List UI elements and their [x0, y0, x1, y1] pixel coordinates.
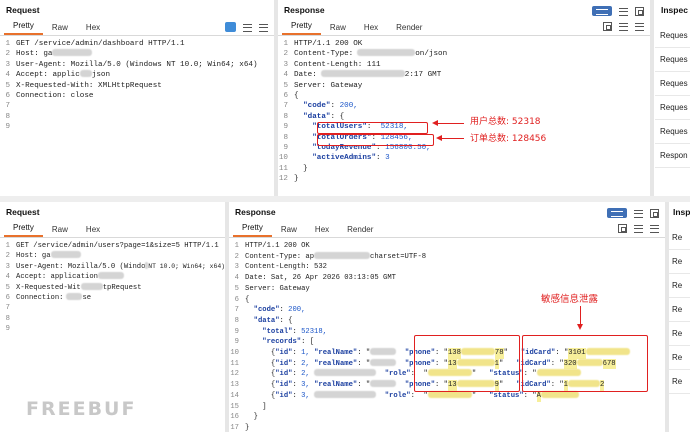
arrow-icon	[436, 134, 464, 141]
horizontal-layout-icon[interactable]	[634, 209, 643, 218]
tab-hex[interactable]: Hex	[77, 225, 109, 237]
top-request-body[interactable]: 1 GET /service/admin/dashboard HTTP/1.1 2…	[0, 36, 274, 133]
inspector-item[interactable]: Re	[669, 250, 690, 274]
bottom-request-tabs: Pretty Raw Hex	[0, 222, 225, 238]
layout-toggle-icon[interactable]	[592, 6, 612, 16]
inspector-item[interactable]: Respon	[655, 144, 690, 168]
top-request-title: Request	[6, 5, 40, 15]
menu-icon[interactable]	[259, 23, 268, 32]
phone-column-highlight	[414, 335, 520, 392]
format-toggle-icon[interactable]	[225, 22, 236, 32]
inspector-item[interactable]: Re	[669, 370, 690, 394]
request-line: GET /service/admin/dashboard HTTP/1.1	[16, 40, 185, 48]
bottom-response-panel: Response Pretty Raw Hex Render 1 HTTP/1.1…	[229, 202, 665, 432]
inspector-title: Inspec	[661, 5, 688, 15]
watermark-logo: FREEBUF	[26, 398, 137, 420]
tab-pretty[interactable]: Pretty	[4, 223, 43, 237]
inspector-item[interactable]: Re	[669, 346, 690, 370]
inspector-item[interactable]: Reques	[655, 120, 690, 144]
annotation-orders: 订单总数: 128456	[470, 134, 547, 144]
arrow-icon	[432, 119, 464, 126]
tab-raw[interactable]: Raw	[43, 23, 77, 35]
xrw-header: X-Requested-With: XMLHttpRequest	[16, 81, 162, 90]
newline-icon[interactable]	[243, 23, 252, 32]
arrow-down-icon	[580, 306, 581, 326]
tab-raw[interactable]: Raw	[43, 225, 77, 237]
vertical-layout-icon[interactable]	[635, 6, 644, 16]
copy-icon[interactable]	[618, 224, 627, 233]
top-response-body[interactable]: 1 HTTP/1.1 200 OK 2 Content-Type: on/json 3…	[278, 36, 650, 185]
idcard-column-highlight	[522, 335, 648, 392]
horizontal-layout-icon[interactable]	[619, 7, 628, 16]
tab-render[interactable]: Render	[387, 23, 431, 35]
total-users-highlight	[317, 122, 428, 134]
tab-render[interactable]: Render	[338, 225, 382, 237]
top-request-tabs: Pretty Raw Hex	[0, 20, 274, 36]
tab-pretty[interactable]: Pretty	[282, 21, 321, 35]
inspector-item[interactable]: Reques	[655, 72, 690, 96]
status-line: HTTP/1.1 200 OK	[294, 40, 363, 48]
annotation-users: 用户总数: 52318	[470, 117, 541, 127]
inspector-item[interactable]: Re	[669, 298, 690, 322]
tab-hex[interactable]: Hex	[355, 23, 387, 35]
inspector-item[interactable]: Re	[669, 274, 690, 298]
inspector-item[interactable]: Reques	[655, 48, 690, 72]
inspector-item[interactable]: Reques	[655, 24, 690, 48]
menu-icon[interactable]	[650, 224, 659, 233]
accept-header: Accept: applic	[16, 71, 80, 80]
layout-toggle-icon[interactable]	[607, 208, 627, 218]
top-request-panel: Request Pretty Raw Hex 1 GET /service/adm…	[0, 0, 274, 196]
top-inspector-divider[interactable]	[650, 0, 654, 196]
bottom-request-title: Request	[6, 207, 40, 217]
tab-hex[interactable]: Hex	[77, 23, 109, 35]
host-header: Host: ga	[16, 50, 53, 59]
inspector-title: Insp	[673, 207, 690, 217]
inspector-item[interactable]: Re	[669, 322, 690, 346]
top-response-tabs: Pretty Raw Hex Render	[278, 6, 650, 36]
tab-raw[interactable]: Raw	[321, 23, 355, 35]
inspector-item[interactable]: Re	[669, 226, 690, 250]
top-inspector-panel: Inspec Reques Reques Reques Reques Reque…	[655, 0, 690, 196]
tab-raw[interactable]: Raw	[272, 225, 306, 237]
tab-pretty[interactable]: Pretty	[4, 21, 43, 35]
total-orders-highlight	[317, 134, 434, 146]
newline-icon[interactable]	[634, 224, 643, 233]
bottom-inspector-panel: Insp Re Re Re Re Re Re Re	[669, 202, 690, 432]
tab-pretty[interactable]: Pretty	[233, 223, 272, 237]
connection-header: Connection: close	[16, 92, 94, 101]
annotation-leak: 敏感信息泄露	[541, 294, 599, 305]
user-agent-header: User-Agent: Mozilla/5.0 (Windows NT 10.0…	[16, 60, 258, 69]
accept-tail: json	[91, 71, 111, 80]
bottom-request-body[interactable]: 1 GET /service/admin/users?page=1&size=5 …	[0, 238, 225, 335]
top-response-panel: Response Pretty Raw Hex Render 1 HTTP/1.1…	[278, 0, 650, 196]
inspector-item[interactable]: Reques	[655, 96, 690, 120]
bottom-response-tabs: Pretty Raw Hex Render	[229, 208, 665, 238]
arrow-down-head	[577, 324, 583, 330]
bottom-response-title: Response	[235, 207, 276, 217]
menu-icon[interactable]	[635, 22, 644, 31]
tab-hex[interactable]: Hex	[306, 225, 338, 237]
vertical-layout-icon[interactable]	[650, 208, 659, 218]
copy-icon[interactable]	[603, 22, 612, 31]
newline-icon[interactable]	[619, 22, 628, 31]
table-row: 14 {"id": 3, "role": " " "status": " A	[229, 390, 665, 402]
